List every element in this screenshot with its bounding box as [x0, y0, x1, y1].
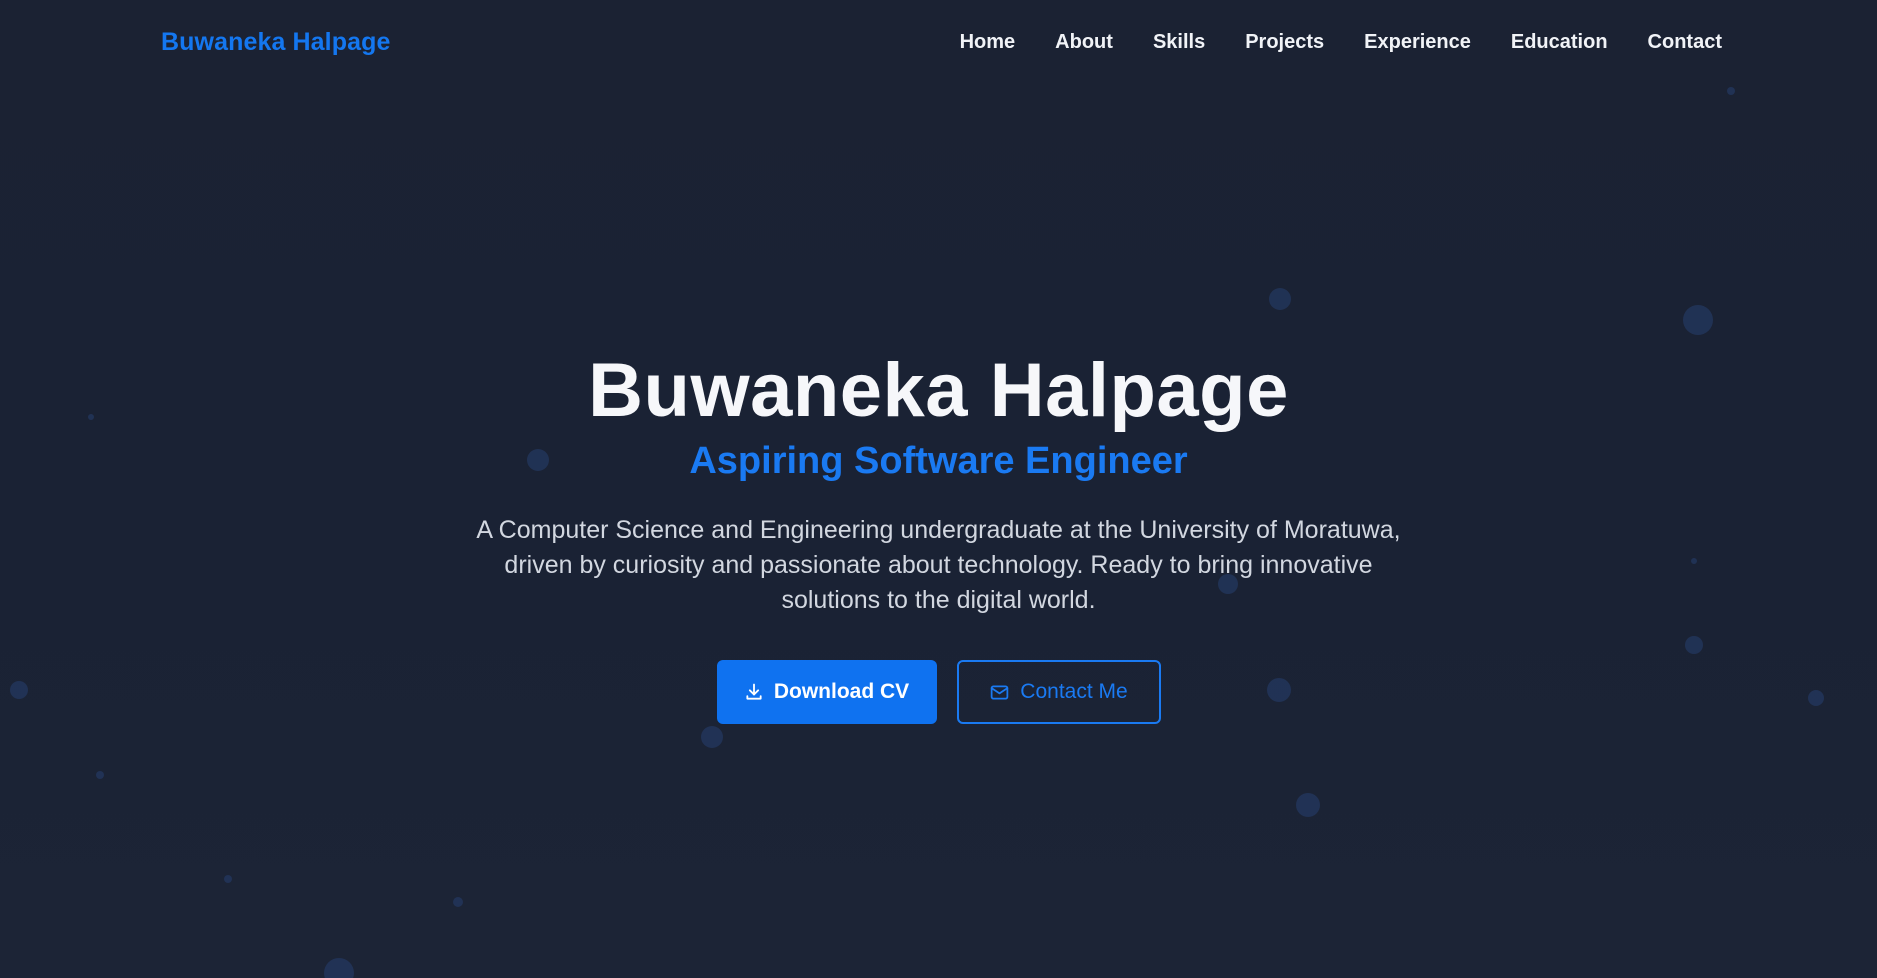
nav-link-about[interactable]: About [1055, 31, 1113, 54]
particle [324, 958, 354, 978]
nav-link-home[interactable]: Home [960, 31, 1016, 54]
contact-me-button[interactable]: Contact Me [956, 660, 1161, 724]
navbar: Buwaneka Halpage Home About Skills Proje… [0, 0, 1877, 88]
contact-me-label: Contact Me [1020, 680, 1128, 703]
cta-buttons: Download CV Contact Me [0, 660, 1877, 724]
particle [701, 726, 723, 748]
nav-link-skills[interactable]: Skills [1153, 31, 1205, 54]
download-cv-button[interactable]: Download CV [716, 660, 937, 724]
nav-link-education[interactable]: Education [1511, 31, 1608, 54]
particle [1269, 288, 1291, 310]
download-cv-label: Download CV [773, 680, 910, 703]
hero-title: Buwaneka Halpage [588, 348, 1289, 433]
particle [1727, 87, 1735, 95]
hero-section: Buwaneka Halpage Aspiring Software Engin… [0, 345, 1877, 724]
nav-link-experience[interactable]: Experience [1364, 31, 1471, 54]
download-icon [744, 682, 764, 702]
nav-link-contact[interactable]: Contact [1648, 31, 1722, 54]
hero-description: A Computer Science and Engineering under… [476, 516, 1401, 614]
mail-icon [989, 682, 1010, 703]
particle [453, 897, 463, 907]
nav-links: Home About Skills Projects Experience Ed… [960, 31, 1722, 54]
particle [1683, 305, 1713, 335]
hero-subtitle: Aspiring Software Engineer [689, 440, 1188, 482]
nav-link-projects[interactable]: Projects [1245, 31, 1324, 54]
brand-logo-link[interactable]: Buwaneka Halpage [161, 28, 390, 57]
particle [1296, 793, 1320, 817]
particle [96, 771, 104, 779]
page: Buwaneka Halpage Home About Skills Proje… [0, 0, 1877, 978]
particle [224, 875, 232, 883]
